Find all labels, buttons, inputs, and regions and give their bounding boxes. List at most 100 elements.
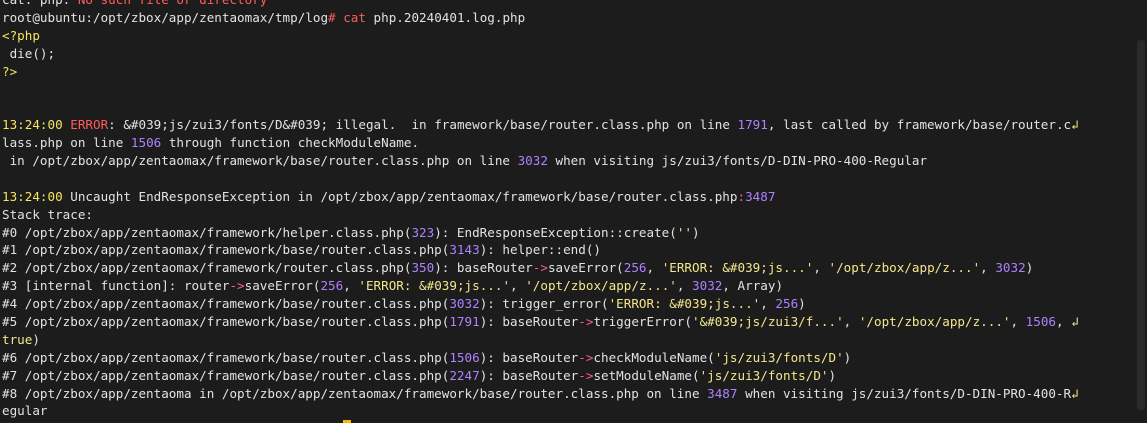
terminal-line: #0 /opt/zbox/app/zentaomax/framework/hel…	[2, 224, 1137, 242]
terminal-line: #2 /opt/zbox/app/zentaomax/framework/rou…	[2, 259, 1137, 277]
terminal-text-segment: 3032	[995, 260, 1026, 276]
terminal-text-segment: , Array)	[722, 278, 784, 294]
terminal-text-segment: 'ERROR: &#039;js...'	[358, 278, 511, 294]
terminal-text-segment: when visiting js/zui3/fonts/D-DIN-PRO-40…	[737, 385, 1072, 401]
terminal-text-segment: #3 [internal function]: router	[2, 278, 230, 294]
terminal-scrollbar[interactable]	[1135, 0, 1147, 423]
terminal-text-segment: 256	[320, 278, 344, 294]
terminal-text-segment: ,	[813, 260, 829, 276]
terminal-text-segment: 256	[623, 260, 647, 276]
terminal-text-segment: setModuleName(	[593, 367, 700, 383]
terminal-line: #5 /opt/zbox/app/zentaomax/framework/bas…	[2, 313, 1137, 331]
terminal-text-segment: #	[328, 9, 336, 25]
terminal-text-segment: ): helper::end()	[479, 242, 602, 258]
terminal-text-segment: Stack trace:	[2, 206, 93, 222]
terminal-text-segment: ?>	[2, 63, 18, 79]
terminal-text-segment: #5 /opt/zbox/app/zentaomax/framework/bas…	[2, 314, 450, 330]
terminal-text-segment: ->	[229, 278, 245, 294]
terminal-text-segment: ERROR	[70, 117, 109, 133]
terminal-text-segment: '&#039;js/zui3/f...'	[692, 314, 844, 330]
terminal-text-segment: , last called by framework/base/router.c	[767, 117, 1072, 133]
terminal-text-segment: ): baseRouter	[479, 314, 579, 330]
terminal-text-segment: ,	[343, 278, 359, 294]
terminal-text-segment: '/opt/zbox/app/z...'	[828, 260, 981, 276]
terminal-text-segment: ): baseRouter	[479, 367, 579, 383]
terminal-text-segment: #8 /opt/zbox/app/zentaoma in /opt/zbox/a…	[2, 385, 708, 401]
terminal-text-segment: #0 /opt/zbox/app/zentaomax/framework/hel…	[2, 224, 412, 240]
terminal-text-segment: 3032	[692, 278, 723, 294]
terminal-text-segment: 'js/zui3/fonts/D'	[699, 367, 829, 383]
terminal-line: #4 /opt/zbox/app/zentaomax/framework/bas…	[2, 295, 1137, 313]
terminal-text-segment: 256	[775, 296, 799, 312]
terminal-text-segment: 'ERROR: &#039;js...'	[661, 260, 814, 276]
terminal-text-segment: 323	[411, 224, 435, 240]
terminal-line: #1 /opt/zbox/app/zentaomax/framework/bas…	[2, 241, 1137, 259]
terminal-text-segment: ,	[510, 278, 526, 294]
terminal-text-segment: ,	[1010, 314, 1026, 330]
terminal-text-segment: 2247	[449, 367, 480, 383]
terminal-text-segment: #2 /opt/zbox/app/zentaomax/framework/rou…	[2, 260, 412, 276]
terminal-text-segment: ↲	[1071, 314, 1079, 330]
terminal-line: egular	[2, 402, 1137, 420]
terminal-text-segment: ): EndResponseException::create(	[434, 224, 677, 240]
terminal-text-segment: in /opt/zbox/app/zentaomax/framework/bas…	[2, 153, 518, 169]
terminal-text-segment: checkModuleName(	[593, 349, 715, 365]
terminal-text-segment: 350	[411, 260, 435, 276]
terminal-text-segment: 1506	[449, 349, 480, 365]
terminal-text-segment: egular	[2, 403, 48, 419]
scrollbar-thumb[interactable]	[1137, 40, 1145, 410]
terminal-text-segment: 1791	[449, 314, 480, 330]
terminal-line: lass.php on line 1506 through function c…	[2, 134, 1137, 152]
terminal-text-segment: 3032	[449, 296, 480, 312]
terminal-text-segment: root@ubuntu:/opt/zbox/app/zentaomax/tmp/…	[2, 9, 329, 25]
terminal-text-segment: <?php	[2, 27, 40, 43]
terminal-line: die();	[2, 45, 1137, 63]
terminal-text-segment: through function checkModuleName.	[161, 135, 420, 151]
terminal-text-segment: 13:24:00	[2, 188, 71, 204]
terminal-text-segment: 3487	[745, 188, 776, 204]
terminal-text-segment: )	[692, 224, 700, 240]
terminal-line: true)	[2, 331, 1137, 349]
terminal-text-segment: #7 /opt/zbox/app/zentaomax/framework/bas…	[2, 367, 450, 383]
terminal-text-segment: when visiting js/zui3/fonts/D-DIN-PRO-40…	[547, 153, 928, 169]
terminal-line: ?>	[2, 63, 1137, 81]
terminal-text-segment: ,	[843, 314, 859, 330]
terminal-text-segment: ,	[676, 278, 693, 294]
terminal-line: #8 /opt/zbox/app/zentaoma in /opt/zbox/a…	[2, 385, 1137, 403]
terminal-text-segment: )	[828, 367, 837, 383]
terminal-text-segment: 1506	[1025, 314, 1057, 330]
terminal-text-segment: triggerError(	[593, 314, 693, 330]
terminal-text-segment: die();	[2, 45, 56, 61]
terminal-line: #7 /opt/zbox/app/zentaomax/framework/bas…	[2, 367, 1137, 385]
terminal-line: root@ubuntu:/opt/zbox/app/zentaomax/tmp/…	[2, 9, 1137, 27]
terminal-text-segment: saveError(	[244, 278, 321, 294]
terminal-text-segment: 'js/zui3/fonts/D'	[714, 349, 844, 365]
terminal-line: cat: php: No such file or directory	[2, 0, 1137, 9]
terminal-text-segment: 13:24:00	[2, 117, 71, 133]
terminal-line: <?php	[2, 27, 1137, 45]
terminal-text-segment: 3487	[707, 385, 738, 401]
terminal-text-segment: ,	[646, 260, 662, 276]
terminal-output[interactable]: cat: php: No such file or directoryroot@…	[0, 0, 1137, 423]
terminal-text-segment: lass.php on line	[2, 135, 131, 151]
terminal-text-segment: ↲	[1071, 117, 1079, 133]
terminal-text-segment: saveError(	[547, 260, 624, 276]
terminal-text-segment: ,	[1056, 314, 1072, 330]
terminal-text-segment: ->	[578, 314, 594, 330]
terminal-line: 13:24:00 Uncaught EndResponseException i…	[2, 188, 1137, 206]
terminal-text-segment: )	[1025, 260, 1034, 276]
terminal-text-segment: 3032	[517, 153, 548, 169]
terminal-text-segment: Uncaught EndResponseException in /opt/zb…	[70, 188, 738, 204]
terminal-text-segment: ): baseRouter	[479, 349, 579, 365]
terminal-text-segment: cat: php:	[2, 0, 78, 7]
terminal-text-segment: 3143	[449, 242, 480, 258]
terminal-text-segment: ,	[760, 296, 776, 312]
terminal-text-segment: #1 /opt/zbox/app/zentaomax/framework/bas…	[2, 242, 450, 258]
terminal-text-segment: #4 /opt/zbox/app/zentaomax/framework/bas…	[2, 296, 450, 312]
terminal-text-segment: ,	[980, 260, 996, 276]
terminal-text-segment: ↲	[1071, 385, 1079, 401]
terminal-text-segment: :	[737, 188, 746, 204]
